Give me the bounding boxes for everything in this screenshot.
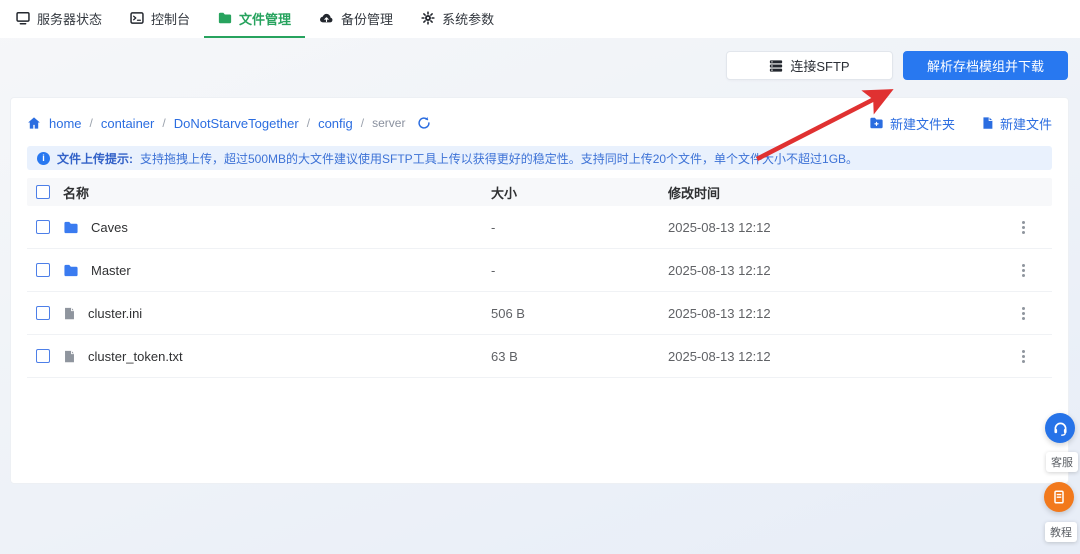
table-header-row: 名称 大小 修改时间 xyxy=(27,178,1052,206)
row-checkbox[interactable] xyxy=(36,306,50,320)
breadcrumb-separator: / xyxy=(89,116,93,130)
breadcrumb-separator: / xyxy=(162,116,166,130)
file-size: - xyxy=(491,219,496,235)
toolbar: 连接SFTP 解析存档模组并下载 xyxy=(726,51,1068,80)
file-size: 506 B xyxy=(491,305,525,321)
row-menu-button[interactable] xyxy=(1012,302,1034,324)
file-modified: 2025-08-13 12:12 xyxy=(668,348,771,364)
table-row[interactable]: Caves - 2025-08-13 12:12 xyxy=(27,206,1052,249)
file-name[interactable]: cluster_token.txt xyxy=(88,349,183,364)
table-row[interactable]: cluster_token.txt 63 B 2025-08-13 12:12 xyxy=(27,335,1052,378)
new-file-button[interactable]: 新建文件 xyxy=(981,114,1052,133)
file-modified: 2025-08-13 12:12 xyxy=(668,262,771,278)
breadcrumb-link-home[interactable]: home xyxy=(49,116,82,131)
tab-backup[interactable]: 备份管理 xyxy=(305,0,407,38)
info-icon: i xyxy=(37,151,50,165)
folder-icon xyxy=(63,220,79,235)
upload-tip-alert: i 文件上传提示: 支持拖拽上传，超过500MB的大文件建议使用SFTP工具上传… xyxy=(27,146,1052,170)
file-name[interactable]: cluster.ini xyxy=(88,306,142,321)
tab-label: 备份管理 xyxy=(341,11,394,27)
cloud-backup-icon xyxy=(319,11,334,25)
file-icon xyxy=(63,349,76,364)
breadcrumb-separator: / xyxy=(306,116,311,130)
breadcrumb-link-dst[interactable]: DoNotStarveTogether xyxy=(174,116,299,131)
breadcrumb-row: home / container / DoNotStarveTogether /… xyxy=(27,106,1052,140)
file-size: 63 B xyxy=(491,348,518,364)
file-manager-panel: home / container / DoNotStarveTogether /… xyxy=(10,97,1069,484)
row-checkbox[interactable] xyxy=(36,349,50,363)
tab-label: 控制台 xyxy=(151,11,191,27)
console-icon xyxy=(130,11,144,25)
row-menu-button[interactable] xyxy=(1012,345,1034,367)
tutorial-label[interactable]: 教程 xyxy=(1045,522,1077,542)
table-row[interactable]: Master - 2025-08-13 12:12 xyxy=(27,249,1052,292)
breadcrumb-separator: / xyxy=(360,116,365,130)
tab-file-manager[interactable]: 文件管理 xyxy=(204,0,306,38)
new-file-icon xyxy=(981,116,994,130)
breadcrumb-link-container[interactable]: container xyxy=(101,116,154,131)
refresh-button[interactable] xyxy=(417,116,431,130)
support-label[interactable]: 客服 xyxy=(1046,452,1078,472)
tab-system-params[interactable]: 系统参数 xyxy=(407,0,508,38)
column-header-name: 名称 xyxy=(63,185,90,201)
file-table: 名称 大小 修改时间 Caves - 2025-08-13 12:12 Mast… xyxy=(27,178,1052,378)
parse-download-label: 解析存档模组并下载 xyxy=(926,59,1044,74)
new-folder-icon xyxy=(869,116,884,130)
file-size: - xyxy=(491,262,496,278)
new-folder-button[interactable]: 新建文件夹 xyxy=(869,114,955,133)
file-name[interactable]: Caves xyxy=(91,220,128,235)
file-modified: 2025-08-13 12:12 xyxy=(668,219,771,235)
new-folder-label: 新建文件夹 xyxy=(889,116,955,132)
connect-sftp-label: 连接SFTP xyxy=(790,59,850,74)
tab-label: 文件管理 xyxy=(239,11,292,27)
tab-server-status[interactable]: 服务器状态 xyxy=(2,0,116,38)
file-icon xyxy=(63,306,76,321)
tab-console[interactable]: 控制台 xyxy=(116,0,204,38)
monitor-icon xyxy=(16,11,30,25)
tab-label: 系统参数 xyxy=(442,11,495,27)
alert-title: 文件上传提示: xyxy=(57,151,133,166)
breadcrumb: home / container / DoNotStarveTogether /… xyxy=(27,116,431,131)
new-file-label: 新建文件 xyxy=(999,116,1052,132)
top-nav: 服务器状态 控制台 文件管理 备份管理 系统参数 xyxy=(0,0,1080,38)
row-checkbox[interactable] xyxy=(36,220,50,234)
parse-download-button[interactable]: 解析存档模组并下载 xyxy=(903,51,1068,80)
breadcrumb-current: server xyxy=(372,116,406,130)
headset-icon xyxy=(1052,420,1069,437)
breadcrumb-link-config[interactable]: config xyxy=(318,116,353,131)
select-all-checkbox[interactable] xyxy=(36,185,50,199)
row-checkbox[interactable] xyxy=(36,263,50,277)
folder-icon xyxy=(63,263,79,278)
file-actions: 新建文件夹 新建文件 xyxy=(869,114,1052,133)
file-name[interactable]: Master xyxy=(91,263,131,278)
table-row[interactable]: cluster.ini 506 B 2025-08-13 12:12 xyxy=(27,292,1052,335)
home-icon[interactable] xyxy=(27,116,41,130)
row-menu-button[interactable] xyxy=(1012,216,1034,238)
file-modified: 2025-08-13 12:12 xyxy=(668,305,771,321)
column-header-modified: 修改时间 xyxy=(668,185,721,201)
tutorial-button[interactable] xyxy=(1044,482,1074,512)
book-icon xyxy=(1051,489,1067,505)
column-header-size: 大小 xyxy=(491,185,518,201)
server-icon xyxy=(769,59,783,73)
folder-icon xyxy=(218,11,232,25)
tab-label: 服务器状态 xyxy=(37,11,103,27)
connect-sftp-button[interactable]: 连接SFTP xyxy=(726,51,893,80)
alert-text: 支持拖拽上传，超过500MB的大文件建议使用SFTP工具上传以获得更好的稳定性。… xyxy=(140,151,859,166)
row-menu-button[interactable] xyxy=(1012,259,1034,281)
gear-icon xyxy=(421,11,435,25)
support-button[interactable] xyxy=(1045,413,1075,443)
